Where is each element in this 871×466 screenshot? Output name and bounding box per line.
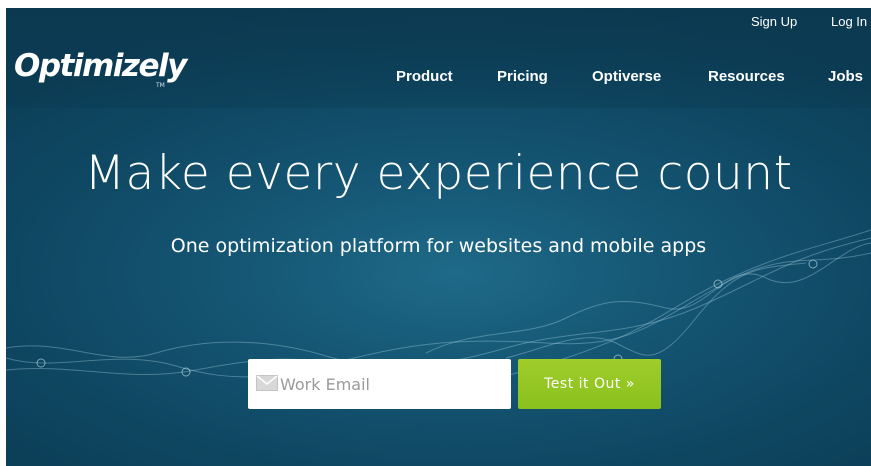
nav-resources[interactable]: Resources [708,68,785,85]
nav-product[interactable]: Product [396,68,453,85]
envelope-icon [256,375,278,391]
trademark-mark: TM [156,82,165,89]
optimizely-logo[interactable]: Optimizely [14,51,187,82]
nav-optiverse[interactable]: Optiverse [592,68,661,85]
hero-headline: Make every experience count [84,146,793,201]
hero-subheadline: One optimization platform for websites a… [170,235,707,257]
email-input[interactable] [280,359,505,409]
email-field[interactable] [248,359,511,409]
hero-section: Optimizely TM Sign Up Log In Product Pri… [6,8,871,466]
test-it-out-button[interactable]: Test it Out » [518,359,661,409]
nav-pricing[interactable]: Pricing [497,68,548,85]
nav-jobs[interactable]: Jobs [828,68,863,85]
sign-up-link[interactable]: Sign Up [751,14,797,29]
log-in-link[interactable]: Log In [831,14,867,29]
